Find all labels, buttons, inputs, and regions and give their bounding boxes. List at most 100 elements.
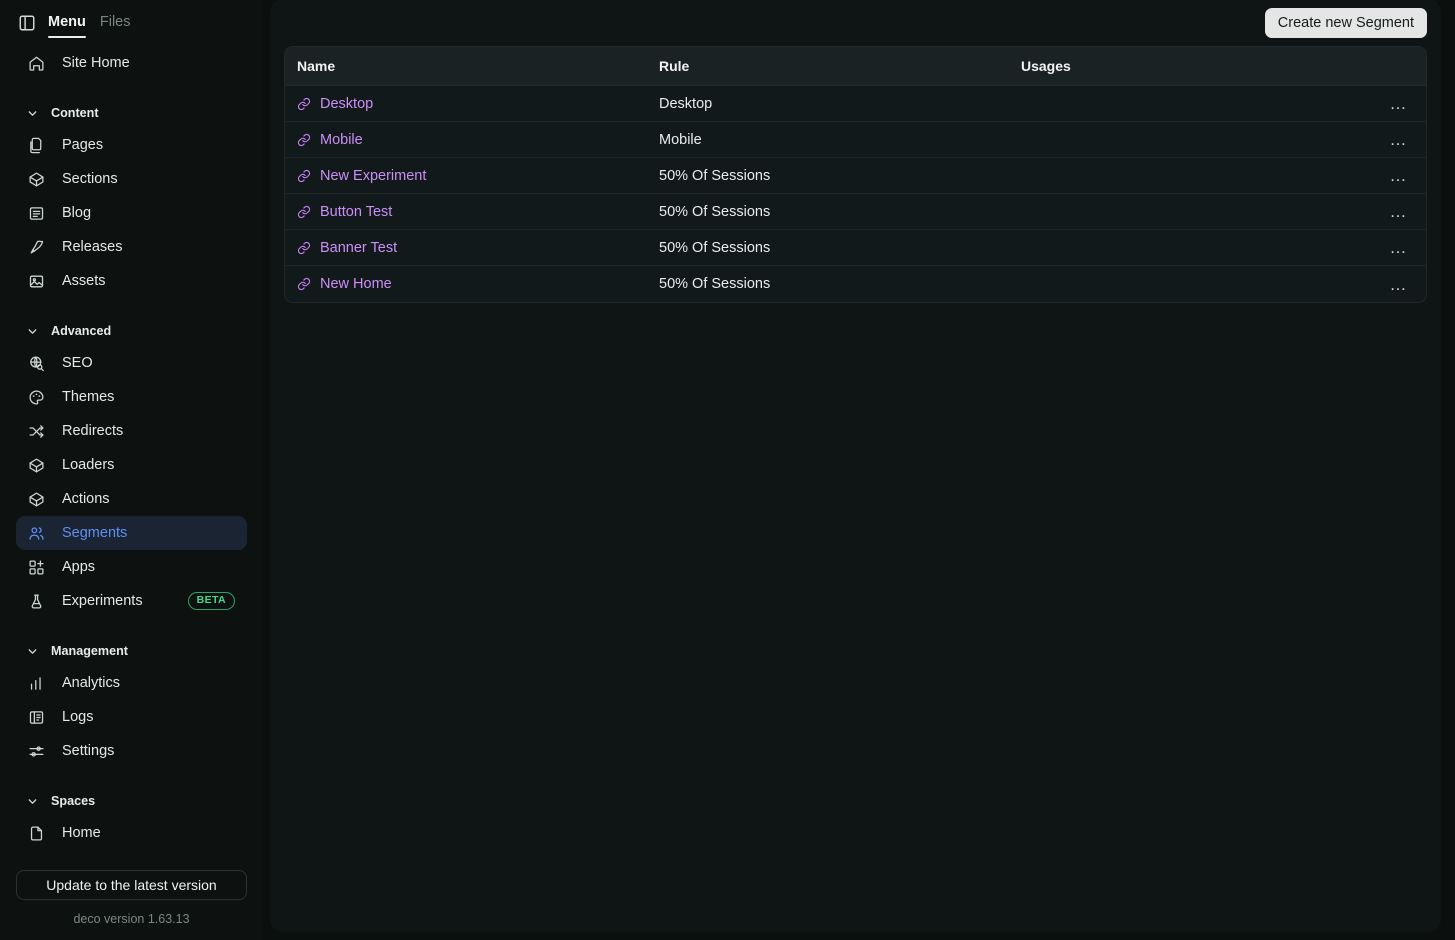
sidebar-group-content[interactable]: Content — [16, 98, 247, 128]
cell-actions: … — [1331, 158, 1426, 194]
sidebar-item-logs[interactable]: Logs — [16, 700, 247, 734]
sidebar-item-home[interactable]: Home — [16, 816, 247, 850]
row-menu-button[interactable]: … — [1384, 129, 1415, 150]
sidebar-item-label: Pages — [62, 137, 104, 153]
sidebar-item-label: Releases — [62, 239, 123, 255]
cell-name: Mobile — [285, 122, 647, 158]
sidebar-item-redirects[interactable]: Redirects — [16, 414, 247, 448]
sidebar-item-blog[interactable]: Blog — [16, 196, 247, 230]
chevron-down-icon — [26, 795, 39, 808]
cube-icon — [28, 171, 45, 188]
cell-usages — [1009, 122, 1331, 158]
cell-actions: … — [1331, 266, 1426, 302]
sidebar-item-apps[interactable]: Apps — [16, 550, 247, 584]
sidebar-item-label: Themes — [62, 389, 115, 405]
row-menu-button[interactable]: … — [1384, 237, 1415, 258]
segment-name-link[interactable]: Desktop — [320, 96, 373, 112]
table-row[interactable]: New Experiment 50% Of Sessions … — [285, 158, 1426, 194]
sidebar-item-label: Segments — [62, 525, 128, 541]
sidebar-group-label: Spaces — [51, 794, 96, 808]
segment-name-link[interactable]: Button Test — [320, 204, 392, 220]
cube-icon — [28, 491, 45, 508]
main-panel: Create new Segment Name Rule Usages Desk… — [270, 0, 1441, 932]
sidebar-item-actions[interactable]: Actions — [16, 482, 247, 516]
sidebar-group-label: Content — [51, 106, 99, 120]
shuffle-icon — [28, 423, 45, 440]
sidebar-group-label: Management — [51, 644, 128, 658]
sidebar-item-assets[interactable]: Assets — [16, 264, 247, 298]
chevron-down-icon — [26, 645, 39, 658]
sidebar-item-label: Apps — [62, 559, 96, 575]
sidebar-nav: Site Home Content Pages Sections Blog Re… — [0, 46, 263, 870]
sidebar-item-seo[interactable]: SEO — [16, 346, 247, 380]
column-header-name: Name — [285, 47, 647, 86]
sidebar-group-advanced[interactable]: Advanced — [16, 316, 247, 346]
cell-rule: 50% Of Sessions — [647, 158, 1009, 194]
row-menu-button[interactable]: … — [1384, 274, 1415, 295]
palette-icon — [28, 389, 45, 406]
file-icon — [28, 825, 45, 842]
apps-grid-plus-icon — [28, 559, 45, 576]
sidebar-item-label: Site Home — [62, 55, 130, 71]
chevron-down-icon — [26, 107, 39, 120]
table-row[interactable]: Desktop Desktop … — [285, 86, 1426, 122]
segment-name-link[interactable]: New Home — [320, 276, 392, 292]
sidebar-item-segments[interactable]: Segments — [16, 516, 247, 550]
sidebar-item-label: Redirects — [62, 423, 124, 439]
chevron-down-icon — [26, 325, 39, 338]
status-badge-beta: BETA — [187, 592, 235, 610]
segment-name-link[interactable]: Banner Test — [320, 240, 397, 256]
sidebar-item-label: Logs — [62, 709, 94, 725]
row-menu-button[interactable]: … — [1384, 93, 1415, 114]
sidebar-item-label: Blog — [62, 205, 92, 221]
row-menu-button[interactable]: … — [1384, 165, 1415, 186]
main-toolbar: Create new Segment — [284, 0, 1427, 46]
cell-rule: 50% Of Sessions — [647, 194, 1009, 230]
table-row[interactable]: Banner Test 50% Of Sessions … — [285, 230, 1426, 266]
link-icon — [297, 205, 311, 219]
update-version-button[interactable]: Update to the latest version — [16, 870, 247, 900]
table-body: Desktop Desktop … Mobile Mobile … New Ex… — [285, 86, 1426, 302]
tab-menu[interactable]: Menu — [48, 13, 86, 38]
table-row[interactable]: New Home 50% Of Sessions … — [285, 266, 1426, 302]
table-row[interactable]: Button Test 50% Of Sessions … — [285, 194, 1426, 230]
sidebar-item-pages[interactable]: Pages — [16, 128, 247, 162]
cell-actions: … — [1331, 86, 1426, 122]
users-icon — [28, 525, 45, 542]
pages-icon — [28, 137, 45, 154]
sidebar-item-settings[interactable]: Settings — [16, 734, 247, 768]
sidebar-item-label: Sections — [62, 171, 118, 187]
sidebar-item-releases[interactable]: Releases — [16, 230, 247, 264]
cell-name: New Home — [285, 266, 647, 302]
cell-rule: Mobile — [647, 122, 1009, 158]
cell-usages — [1009, 86, 1331, 122]
sidebar-item-label: Experiments — [62, 593, 143, 609]
sidebar-item-label: Analytics — [62, 675, 121, 691]
logs-icon — [28, 709, 45, 726]
row-menu-button[interactable]: … — [1384, 201, 1415, 222]
cell-name: Desktop — [285, 86, 647, 122]
blog-icon — [28, 205, 45, 222]
cell-name: New Experiment — [285, 158, 647, 194]
sidebar: Menu Files Site Home Content Pages Secti… — [0, 0, 263, 940]
link-icon — [297, 169, 311, 183]
create-new-segment-button[interactable]: Create new Segment — [1264, 8, 1427, 38]
cell-actions: … — [1331, 230, 1426, 266]
sidebar-item-loaders[interactable]: Loaders — [16, 448, 247, 482]
sidebar-item-analytics[interactable]: Analytics — [16, 666, 247, 700]
bar-chart-icon — [28, 675, 45, 692]
cell-name: Button Test — [285, 194, 647, 230]
tab-files[interactable]: Files — [100, 13, 131, 34]
sidebar-item-experiments[interactable]: Experiments BETA — [16, 584, 247, 618]
sidebar-item-label: SEO — [62, 355, 93, 371]
table-row[interactable]: Mobile Mobile … — [285, 122, 1426, 158]
sidebar-item-sections[interactable]: Sections — [16, 162, 247, 196]
segment-name-link[interactable]: Mobile — [320, 132, 363, 148]
sidebar-group-spaces[interactable]: Spaces — [16, 786, 247, 816]
segment-name-link[interactable]: New Experiment — [320, 168, 426, 184]
sidebar-item-themes[interactable]: Themes — [16, 380, 247, 414]
column-header-rule: Rule — [647, 47, 1009, 86]
sidebar-group-management[interactable]: Management — [16, 636, 247, 666]
panel-toggle-icon[interactable] — [18, 14, 36, 32]
sidebar-item-site-home[interactable]: Site Home — [16, 46, 247, 80]
